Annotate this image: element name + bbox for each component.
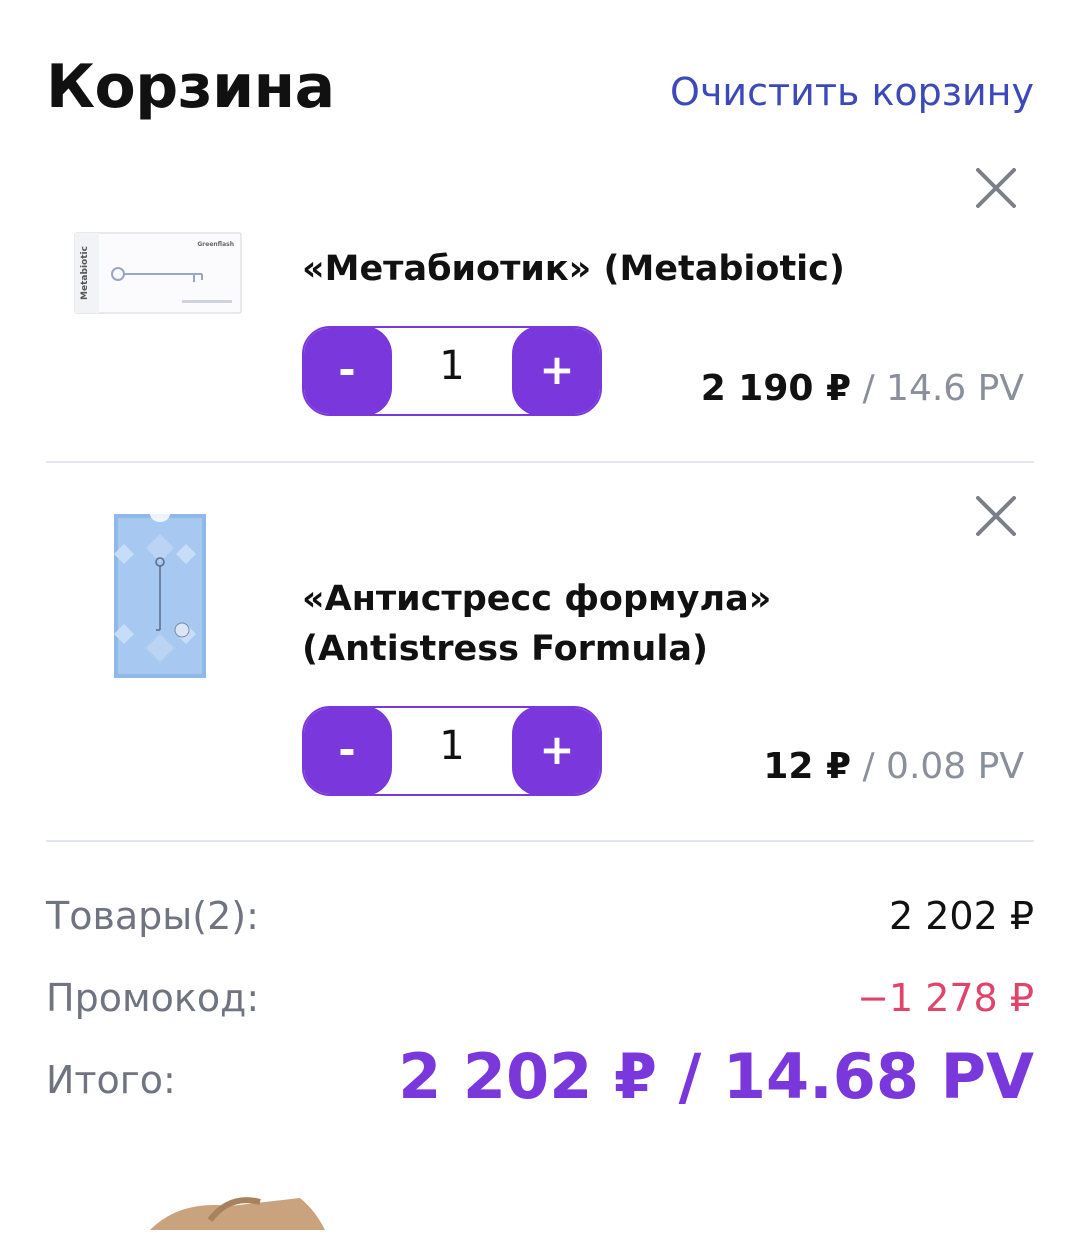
divider [46, 840, 1034, 842]
shopping-bag-image [140, 1190, 340, 1234]
goods-value: 2 202 ₽ [888, 894, 1034, 938]
svg-text:Greenflash: Greenflash [197, 241, 234, 248]
page-title: Корзина [46, 52, 335, 122]
quantity-value[interactable]: 1 [392, 328, 512, 414]
quantity-stepper: - 1 + [302, 706, 602, 796]
decrease-quantity-button[interactable]: - [304, 708, 392, 794]
increase-quantity-button[interactable]: + [512, 708, 600, 794]
product-name[interactable]: «Антистресс формула» (Antistress Formula… [302, 574, 942, 674]
close-icon [976, 496, 1016, 536]
item-price: 12 ₽ / 0.08 PV [763, 746, 1024, 787]
remove-item-button[interactable] [968, 488, 1024, 544]
product-image[interactable]: Metabiotic Greenflash [74, 232, 242, 314]
total-value: 2 202 ₽ / 14.68 PV [398, 1040, 1034, 1113]
decrease-quantity-button[interactable]: - [304, 328, 392, 414]
remove-item-button[interactable] [968, 160, 1024, 216]
pv-value: / 0.08 PV [862, 746, 1024, 787]
summary-total-row: Итого: 2 202 ₽ / 14.68 PV [46, 1040, 1034, 1118]
quantity-value[interactable]: 1 [392, 708, 512, 794]
close-icon [976, 168, 1016, 208]
price-value: 2 190 ₽ [700, 368, 852, 409]
quantity-stepper: - 1 + [302, 326, 602, 416]
price-value: 12 ₽ [763, 746, 852, 787]
product-image[interactable] [114, 514, 206, 678]
promo-value: −1 278 ₽ [857, 976, 1034, 1020]
item-price: 2 190 ₽ / 14.6 PV [701, 368, 1024, 409]
cart-item: «Антистресс формула» (Antistress Formula… [46, 480, 1034, 842]
clear-cart-link[interactable]: Очистить корзину [670, 70, 1034, 114]
summary-goods-row: Товары(2): 2 202 ₽ [46, 894, 1034, 954]
goods-label: Товары(2): [46, 894, 259, 938]
total-label: Итого: [46, 1058, 176, 1102]
svg-text:Metabiotic: Metabiotic [80, 246, 90, 300]
pv-value: / 14.6 PV [862, 368, 1024, 409]
promo-label: Промокод: [46, 976, 260, 1020]
cart-item: Metabiotic Greenflash «Метабиотик» (Meta… [46, 150, 1034, 462]
product-name[interactable]: «Метабиотик» (Metabiotic) [302, 244, 942, 294]
increase-quantity-button[interactable]: + [512, 328, 600, 414]
summary-promo-row: Промокод: −1 278 ₽ [46, 976, 1034, 1036]
divider [46, 461, 1034, 463]
